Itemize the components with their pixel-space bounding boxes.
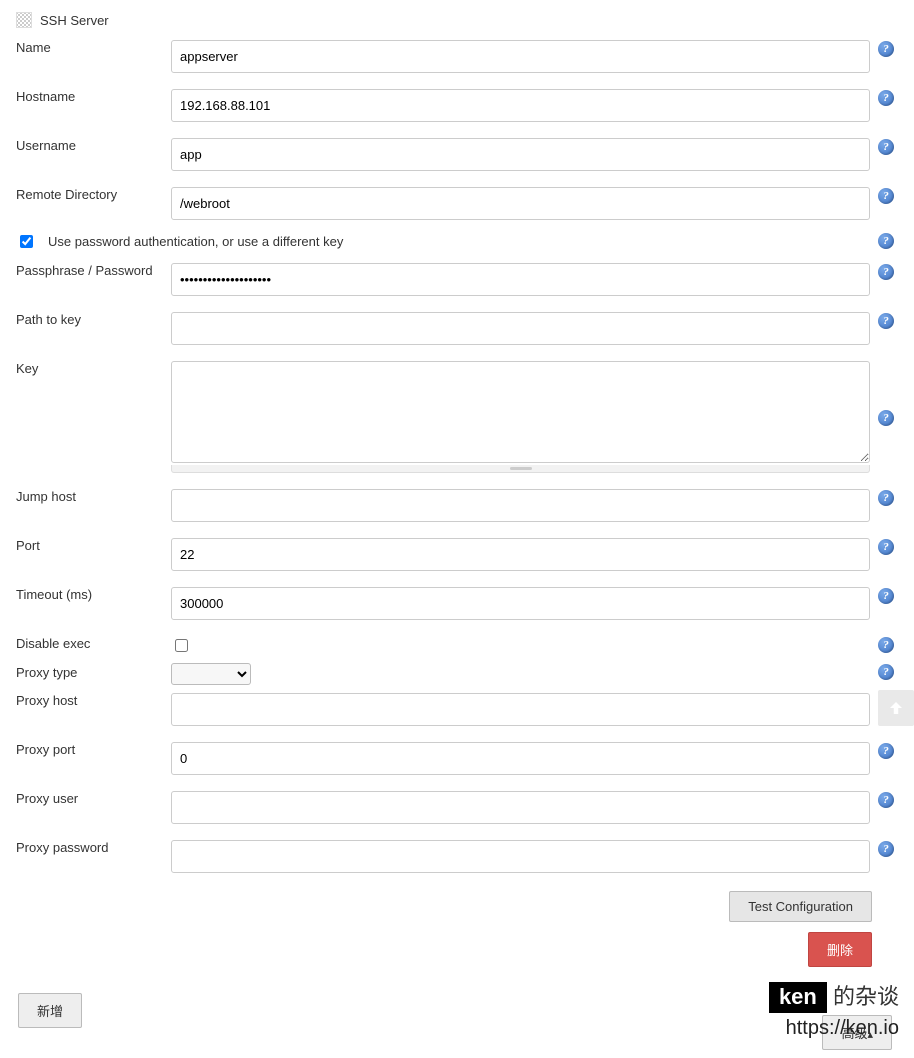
- help-icon[interactable]: ?: [878, 233, 894, 249]
- hostname-input[interactable]: [171, 89, 870, 122]
- label-passphrase: Passphrase / Password: [16, 263, 153, 278]
- add-button[interactable]: 新增: [18, 993, 82, 1028]
- label-proxy-type: Proxy type: [16, 665, 77, 680]
- scroll-to-top-button[interactable]: [878, 690, 914, 726]
- textarea-resize-handle[interactable]: [171, 465, 870, 473]
- help-icon[interactable]: ?: [878, 792, 894, 808]
- advanced-button[interactable]: 高级▴: [822, 1015, 892, 1050]
- help-icon[interactable]: ?: [878, 313, 894, 329]
- help-icon[interactable]: ?: [878, 588, 894, 604]
- help-icon[interactable]: ?: [878, 41, 894, 57]
- label-name: Name: [16, 40, 51, 55]
- help-icon[interactable]: ?: [878, 90, 894, 106]
- help-icon[interactable]: ?: [878, 264, 894, 280]
- label-proxy-port: Proxy port: [16, 742, 75, 757]
- chevron-up-icon: ▴: [867, 1029, 873, 1041]
- proxy-user-input[interactable]: [171, 791, 870, 824]
- help-icon[interactable]: ?: [878, 841, 894, 857]
- help-icon[interactable]: ?: [878, 490, 894, 506]
- help-icon[interactable]: ?: [878, 188, 894, 204]
- help-icon[interactable]: ?: [878, 410, 894, 426]
- test-configuration-button[interactable]: Test Configuration: [729, 891, 872, 922]
- label-hostname: Hostname: [16, 89, 75, 104]
- label-timeout: Timeout (ms): [16, 587, 92, 602]
- help-icon[interactable]: ?: [878, 637, 894, 653]
- label-proxy-user: Proxy user: [16, 791, 78, 806]
- username-input[interactable]: [171, 138, 870, 171]
- section-title: SSH Server: [40, 13, 109, 28]
- remote-directory-input[interactable]: [171, 187, 870, 220]
- proxy-port-input[interactable]: [171, 742, 870, 775]
- key-textarea[interactable]: [171, 361, 870, 463]
- port-input[interactable]: [171, 538, 870, 571]
- label-key: Key: [16, 361, 38, 376]
- passphrase-input[interactable]: [171, 263, 870, 296]
- help-icon[interactable]: ?: [878, 539, 894, 555]
- label-remote-directory: Remote Directory: [16, 187, 117, 202]
- use-password-auth-checkbox[interactable]: [20, 235, 33, 248]
- label-username: Username: [16, 138, 76, 153]
- jump-host-input[interactable]: [171, 489, 870, 522]
- path-to-key-input[interactable]: [171, 312, 870, 345]
- delete-button[interactable]: 删除: [808, 932, 872, 967]
- label-disable-exec: Disable exec: [16, 636, 90, 651]
- timeout-input[interactable]: [171, 587, 870, 620]
- name-input[interactable]: [171, 40, 870, 73]
- disable-exec-checkbox[interactable]: [175, 639, 188, 652]
- label-proxy-password: Proxy password: [16, 840, 108, 855]
- proxy-type-select[interactable]: [171, 663, 251, 685]
- drag-handle-icon[interactable]: [16, 12, 32, 28]
- proxy-password-input[interactable]: [171, 840, 870, 873]
- proxy-host-input[interactable]: [171, 693, 870, 726]
- label-proxy-host: Proxy host: [16, 693, 77, 708]
- help-icon[interactable]: ?: [878, 743, 894, 759]
- label-path-to-key: Path to key: [16, 312, 81, 327]
- label-jump-host: Jump host: [16, 489, 76, 504]
- label-use-password-auth[interactable]: Use password authentication, or use a di…: [48, 234, 343, 249]
- help-icon[interactable]: ?: [878, 664, 894, 680]
- label-port: Port: [16, 538, 40, 553]
- help-icon[interactable]: ?: [878, 139, 894, 155]
